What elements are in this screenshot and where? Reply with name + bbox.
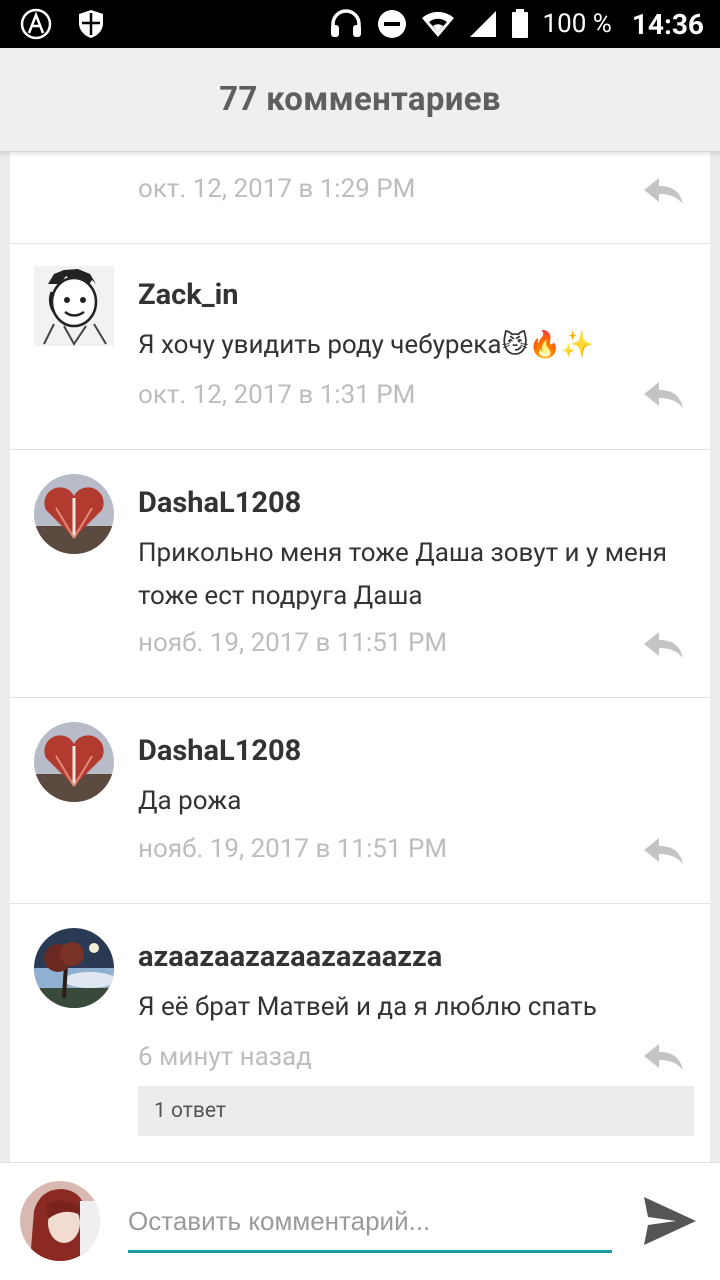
avatar[interactable] xyxy=(34,722,114,802)
battery-percent: 100 % xyxy=(542,9,612,39)
send-icon[interactable] xyxy=(642,1195,698,1247)
comment-input-bar xyxy=(0,1162,720,1280)
comment-item: окт. 12, 2017 в 1:29 PM xyxy=(10,152,710,244)
anime-girl-avatar-icon xyxy=(20,1181,100,1261)
avatar[interactable] xyxy=(34,266,114,346)
comment-date: окт. 12, 2017 в 1:31 PM xyxy=(138,380,416,410)
battery-icon xyxy=(511,9,528,38)
reply-icon[interactable] xyxy=(642,630,684,660)
shield-icon xyxy=(79,10,103,38)
comment-author[interactable]: azaazaazazaazazaazza xyxy=(138,940,442,974)
comment-text: Я её брат Матвей и да я люблю спать xyxy=(138,992,597,1022)
status-bar: 100 % 14:36 xyxy=(0,0,720,48)
avatar[interactable] xyxy=(34,474,114,554)
comments-list[interactable]: окт. 12, 2017 в 1:29 PM Zack_in Я хочу у… xyxy=(10,152,710,1162)
comment-item: DashaL1208 Прикольно меня тоже Даша зову… xyxy=(10,450,710,698)
comment-date: окт. 12, 2017 в 1:29 PM xyxy=(138,174,416,204)
comment-author[interactable]: DashaL1208 xyxy=(138,486,301,520)
reply-icon[interactable] xyxy=(642,176,684,206)
comment-date: 6 минут назад xyxy=(138,1042,312,1072)
app-logo-icon xyxy=(20,8,52,40)
dnd-icon xyxy=(377,10,406,38)
comment-text: Да рожа xyxy=(138,786,242,816)
header: 77 комментариев xyxy=(0,48,720,152)
wifi-icon xyxy=(421,11,454,38)
comment-date: нояб. 19, 2017 в 11:51 PM xyxy=(138,834,448,864)
comment-date: нояб. 19, 2017 в 11:51 PM xyxy=(138,628,448,658)
headset-icon xyxy=(330,9,361,37)
reply-icon[interactable] xyxy=(642,380,684,410)
heart-book-avatar-icon xyxy=(34,474,114,554)
comment-item: azaazaazazaazazaazza Я её брат Матвей и … xyxy=(10,904,710,1162)
reply-icon[interactable] xyxy=(642,1042,684,1072)
comment-text: Прикольно меня тоже Даша зовут и у меня … xyxy=(138,538,668,611)
heart-book-avatar-icon xyxy=(34,722,114,802)
page-title: 77 комментариев xyxy=(219,80,501,119)
comment-text: Я хочу увидить роду чебурека😼🔥✨ xyxy=(138,330,594,360)
comment-author[interactable]: DashaL1208 xyxy=(138,734,301,768)
sketch-avatar-icon xyxy=(43,269,107,346)
tree-sky-avatar-icon xyxy=(34,928,114,1008)
comment-item: Zack_in Я хочу увидить роду чебурека😼🔥✨ … xyxy=(10,244,710,450)
comment-author[interactable]: Zack_in xyxy=(138,278,239,312)
comment-input[interactable] xyxy=(128,1193,612,1253)
comment-item: DashaL1208 Да рожа нояб. 19, 2017 в 11:5… xyxy=(10,698,710,904)
avatar[interactable] xyxy=(34,928,114,1008)
reply-icon[interactable] xyxy=(642,836,684,866)
signal-icon xyxy=(469,11,496,37)
replies-toggle[interactable]: 1 ответ xyxy=(138,1086,694,1136)
my-avatar[interactable] xyxy=(20,1181,100,1261)
clock: 14:36 xyxy=(631,7,704,41)
